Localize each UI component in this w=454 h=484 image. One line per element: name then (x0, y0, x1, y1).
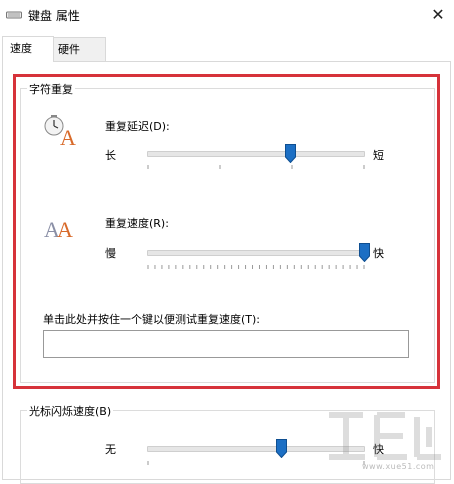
repeat-rate-icon: A A (44, 217, 73, 241)
svg-text:A: A (57, 217, 73, 241)
repeat-delay-label: 重复延迟(D): (105, 120, 170, 133)
repeat-delay-left-label: 长 (105, 149, 116, 162)
repeat-delay-track[interactable] (147, 151, 365, 157)
svg-text:A: A (60, 125, 76, 148)
watermark-text: www.xue51.com (362, 462, 435, 471)
tab-hardware[interactable]: 硬件 (50, 37, 106, 61)
watermark-logo (329, 412, 441, 460)
char-repeat-group-label: 字符重复 (27, 81, 75, 97)
close-button[interactable]: ✕ (424, 2, 452, 28)
cursor-blink-thumb[interactable] (276, 439, 288, 458)
close-icon: ✕ (431, 5, 445, 24)
repeat-rate-left-label: 慢 (105, 247, 116, 260)
keyboard-icon (6, 11, 22, 19)
repeat-delay-ticks (147, 165, 365, 169)
repeat-rate-thumb[interactable] (358, 243, 370, 262)
repeat-delay-right-label: 短 (373, 149, 384, 162)
cursor-blink-group-label: 光标闪烁速度(B) (27, 403, 114, 419)
repeat-rate-label: 重复速度(R): (105, 217, 169, 230)
tab-speed[interactable]: 速度 (2, 36, 54, 62)
title-bar: 键盘 属性 ✕ (0, 0, 454, 32)
cursor-blink-left-label: 无 (105, 443, 116, 456)
repeat-rate-track[interactable] (147, 250, 365, 256)
repeat-rate-ticks (147, 265, 365, 269)
repeat-delay-thumb[interactable] (285, 144, 297, 163)
repeat-rate-right-label: 快 (373, 247, 384, 260)
repeat-delay-icon: A (44, 115, 76, 148)
repeat-test-input[interactable] (43, 330, 409, 358)
test-area-label: 单击此处并按住一个键以便测试重复速度(T): (43, 313, 261, 326)
window-title: 键盘 属性 (28, 9, 80, 23)
